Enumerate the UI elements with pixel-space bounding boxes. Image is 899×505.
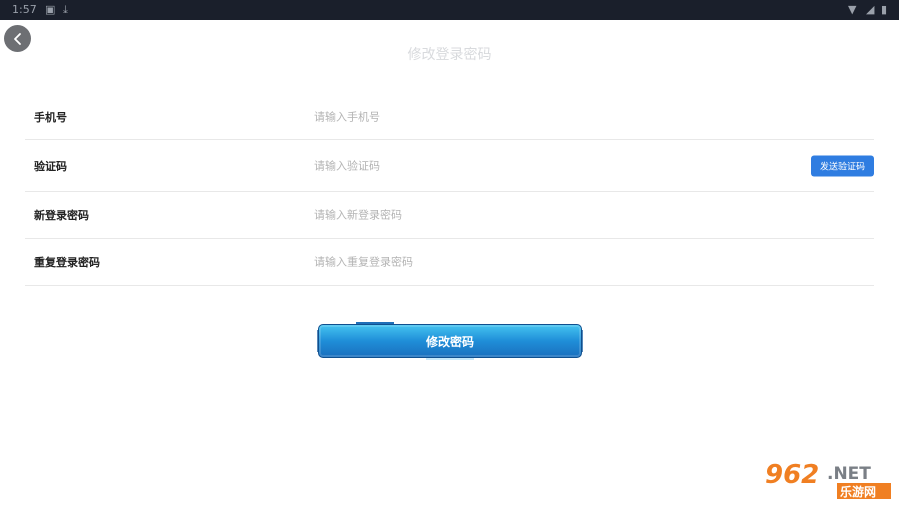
- page-title: 修改登录密码: [407, 47, 492, 63]
- repeat-password-row: 重复登录密码: [25, 239, 874, 286]
- battery-icon: ▮: [881, 3, 888, 16]
- phone-row: 手机号: [25, 95, 874, 140]
- svg-text:乐游网: 乐游网: [840, 484, 876, 499]
- notification-icon: ▣: [45, 3, 56, 16]
- repeat-password-input[interactable]: [314, 255, 754, 269]
- phone-label: 手机号: [34, 111, 67, 124]
- submit-button-frame: 修改密码: [316, 322, 584, 360]
- phone-input[interactable]: [314, 110, 754, 124]
- wifi-icon: ▼: [848, 3, 857, 16]
- code-row: 验证码 发送验证码: [25, 140, 874, 192]
- repeat-password-label: 重复登录密码: [34, 256, 100, 269]
- signal-icon: ◢: [866, 3, 875, 16]
- status-time: 1:57: [12, 3, 37, 16]
- password-form: 手机号 验证码 发送验证码 新登录密码 重复登录密码: [25, 95, 874, 286]
- status-bar: 1:57 ▣ ⤓ ▼ ◢ ▮: [0, 0, 899, 20]
- svg-text:962: 962: [765, 460, 819, 490]
- new-password-row: 新登录密码: [25, 192, 874, 239]
- download-icon: ⤓: [63, 3, 68, 16]
- svg-text:.NET: .NET: [827, 464, 871, 484]
- watermark-logo: 962 .NET 乐游网: [761, 457, 893, 501]
- send-code-button[interactable]: 发送验证码: [811, 155, 874, 176]
- site-watermark: 962 .NET 乐游网: [761, 457, 893, 501]
- new-password-label: 新登录密码: [34, 209, 89, 222]
- change-password-button[interactable]: 修改密码: [318, 324, 582, 358]
- code-label: 验证码: [34, 159, 67, 173]
- new-password-input[interactable]: [314, 208, 754, 222]
- code-input[interactable]: [314, 159, 754, 172]
